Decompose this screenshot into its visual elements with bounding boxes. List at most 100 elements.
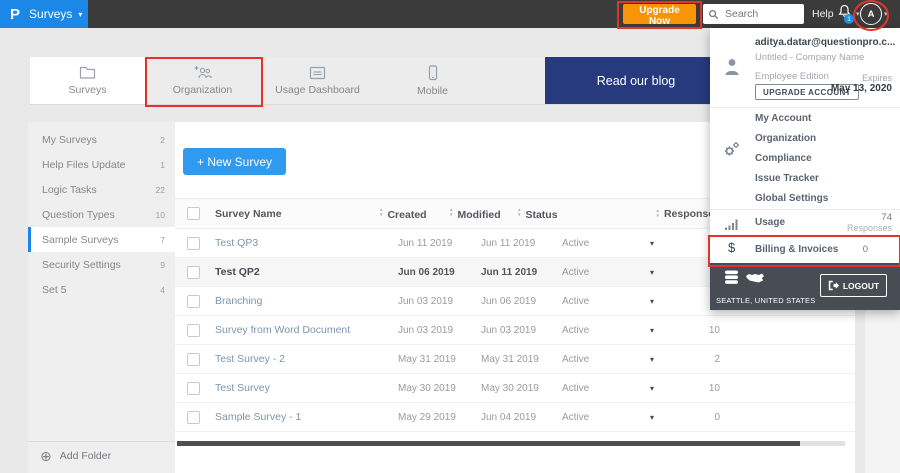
logout-button[interactable]: LOGOUT [820, 274, 887, 297]
modified-date: May 30 2019 [481, 382, 539, 394]
billing-value: 0 [862, 244, 868, 255]
row-checkbox[interactable] [187, 294, 200, 308]
sidebar-item-logic-tasks[interactable]: Logic Tasks 22 [28, 177, 175, 202]
folder-label: Help Files Update [42, 158, 126, 171]
row-checkbox[interactable] [187, 323, 200, 337]
status-dropdown-caret[interactable]: ▾ [644, 268, 690, 277]
status-dropdown-caret[interactable]: ▾ [644, 239, 690, 248]
col-modified[interactable]: ▲ ▼ Modified [449, 205, 517, 223]
menu-item-my-account[interactable]: My Account [710, 109, 900, 129]
dollar-icon: $ [728, 240, 736, 255]
folder-count: 10 [155, 209, 165, 220]
horizontal-scrollbar[interactable] [177, 441, 845, 446]
folder-count: 2 [160, 134, 165, 145]
tab-label: Mobile [417, 84, 448, 97]
menu-item-usage[interactable]: Usage 74 Responses [710, 211, 900, 237]
col-responses[interactable]: ▲ ▼ Responses [645, 208, 721, 220]
notifications-button[interactable]: 1 [838, 4, 854, 24]
sidebar-item-sample-surveys[interactable]: Sample Surveys 7 [28, 227, 175, 252]
survey-name-link[interactable]: Test QP2 [215, 266, 385, 278]
sidebar-item-security-settings[interactable]: Security Settings 9 [28, 252, 175, 277]
app-window: P Surveys ▾ Upgrade Now Help 1 ▾ A ▾ Sur… [0, 0, 900, 473]
dashboard-icon [309, 66, 326, 79]
status-dropdown-caret[interactable]: ▾ [644, 384, 690, 393]
created-date: May 30 2019 [398, 382, 456, 394]
menu-item-issue-tracker[interactable]: Issue Tracker [710, 169, 900, 189]
status-dropdown-caret[interactable]: ▾ [644, 326, 690, 335]
col-status[interactable]: ▲ ▼ Status [517, 205, 599, 223]
top-navbar: P Surveys ▾ Upgrade Now Help 1 ▾ A ▾ [0, 0, 900, 28]
account-company: Untitled - Company Name [755, 52, 865, 63]
table-row: Test Survey May 30 2019 May 30 2019 Acti… [175, 374, 855, 403]
survey-name-link[interactable]: Sample Survey - 1 [215, 411, 385, 423]
account-summary: aditya.datar@questionpro.c... Untitled -… [710, 28, 900, 108]
folder-label: Set 5 [42, 283, 67, 296]
survey-name-link[interactable]: Test Survey - 2 [215, 353, 385, 365]
status-value: Active [562, 324, 590, 336]
search-input[interactable] [723, 7, 799, 21]
tab-label: Organization [172, 84, 233, 96]
right-gutter [865, 310, 900, 473]
read-our-blog-banner[interactable]: Read our blog [545, 57, 727, 104]
modified-date: Jun 04 2019 [481, 411, 537, 423]
tab-surveys[interactable]: Surveys [30, 57, 145, 104]
survey-name-link[interactable]: Test QP3 [215, 237, 385, 249]
folder-label: Security Settings [42, 258, 121, 271]
sort-icon: ▲ ▼ [517, 207, 522, 218]
search-box[interactable] [703, 4, 804, 24]
product-switcher[interactable]: P Surveys ▾ [0, 0, 88, 28]
folder-label: Logic Tasks [42, 183, 97, 196]
row-checkbox[interactable] [187, 410, 200, 424]
status-value: Active [562, 411, 590, 423]
status-dropdown-caret[interactable]: ▾ [644, 297, 690, 306]
logout-label: LOGOUT [842, 280, 880, 291]
status-dropdown-caret[interactable]: ▾ [644, 355, 690, 364]
menu-item-billing-invoices[interactable]: $ Billing & Invoices 0 [710, 237, 900, 263]
people-plus-icon [194, 66, 212, 79]
add-folder-button[interactable]: ⊕ Add Folder [28, 441, 175, 469]
survey-name-link[interactable]: Test Survey [215, 382, 385, 394]
gears-icon [724, 142, 739, 156]
sidebar-item-my-surveys[interactable]: My Surveys 2 [28, 127, 175, 152]
status-dropdown-caret[interactable]: ▾ [644, 413, 690, 422]
col-created[interactable]: ▲ ▼ Created [379, 205, 449, 223]
avatar-initial: A [867, 8, 875, 20]
usage-label: Usage [755, 217, 786, 228]
sidebar-item-question-types[interactable]: Question Types 10 [28, 202, 175, 227]
chevron-down-icon: ▾ [78, 9, 83, 19]
row-checkbox[interactable] [187, 352, 200, 366]
avatar[interactable]: A [860, 3, 882, 25]
menu-item-global-settings[interactable]: Global Settings [710, 189, 900, 209]
folder-count: 1 [160, 159, 165, 170]
table-row: Test Survey - 2 May 31 2019 May 31 2019 … [175, 345, 855, 374]
row-checkbox[interactable] [187, 381, 200, 395]
divider [710, 209, 900, 210]
folder-label: My Surveys [42, 133, 97, 146]
help-link[interactable]: Help [812, 8, 834, 20]
table-row: Sample Survey - 1 May 29 2019 Jun 04 201… [175, 403, 855, 432]
col-survey-name: Survey Name [215, 207, 282, 220]
sidebar-item-help-files-update[interactable]: Help Files Update 1 [28, 152, 175, 177]
survey-name-link[interactable]: Branching [215, 295, 385, 307]
select-all-checkbox[interactable] [187, 207, 200, 220]
tab-organization[interactable]: Organization [145, 57, 260, 104]
modified-date: May 31 2019 [481, 353, 539, 365]
survey-name-link[interactable]: Survey from Word Document [215, 324, 385, 336]
tab-usage-dashboard[interactable]: Usage Dashboard [260, 57, 375, 104]
status-value: Active [562, 266, 590, 278]
status-value: Active [562, 353, 590, 365]
row-checkbox[interactable] [187, 236, 200, 250]
tab-label: Surveys [68, 84, 107, 96]
tab-mobile[interactable]: Mobile [375, 57, 490, 104]
scrollbar-thumb[interactable] [177, 441, 800, 446]
expires-label: Expires [861, 73, 892, 83]
person-icon [725, 59, 739, 75]
row-checkbox[interactable] [187, 265, 200, 279]
tab-strip: Surveys Organization Usage Dashboard Mob… [30, 57, 727, 105]
new-survey-button[interactable]: + New Survey [183, 148, 286, 175]
chevron-down-icon: ▾ [856, 11, 860, 18]
upgrade-now-button[interactable]: Upgrade Now [623, 4, 696, 27]
sidebar-item-set-5[interactable]: Set 5 4 [28, 277, 175, 302]
folder-count: 22 [155, 184, 165, 195]
product-menu-label: Surveys [29, 7, 73, 21]
